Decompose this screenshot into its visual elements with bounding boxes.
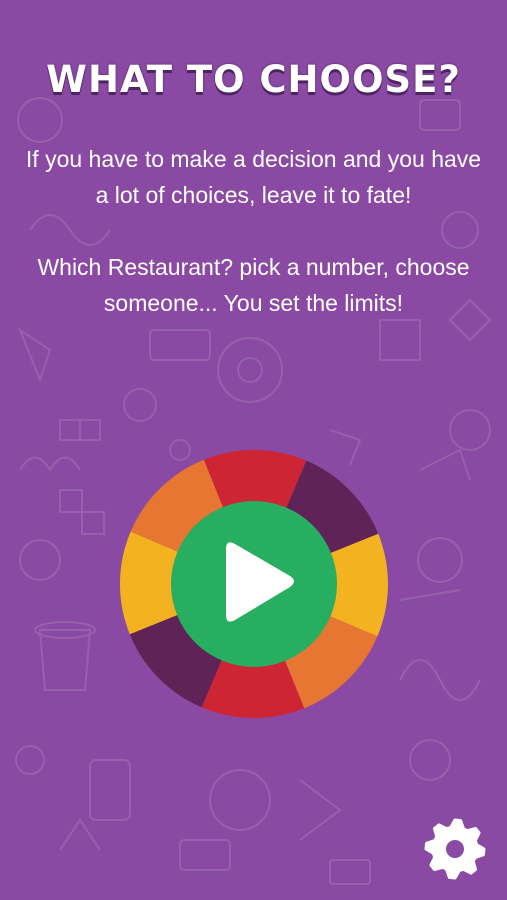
page-title: WHAT TO CHOOSE? (46, 58, 461, 101)
description-text-1: If you have to make a decision and you h… (25, 146, 482, 208)
description-text-2: Which Restaurant? pick a number, choose … (37, 254, 470, 316)
gear-icon (424, 818, 486, 880)
settings-button[interactable] (424, 818, 486, 880)
play-button[interactable] (171, 501, 337, 667)
decision-wheel[interactable] (120, 450, 388, 718)
play-icon (226, 542, 294, 622)
